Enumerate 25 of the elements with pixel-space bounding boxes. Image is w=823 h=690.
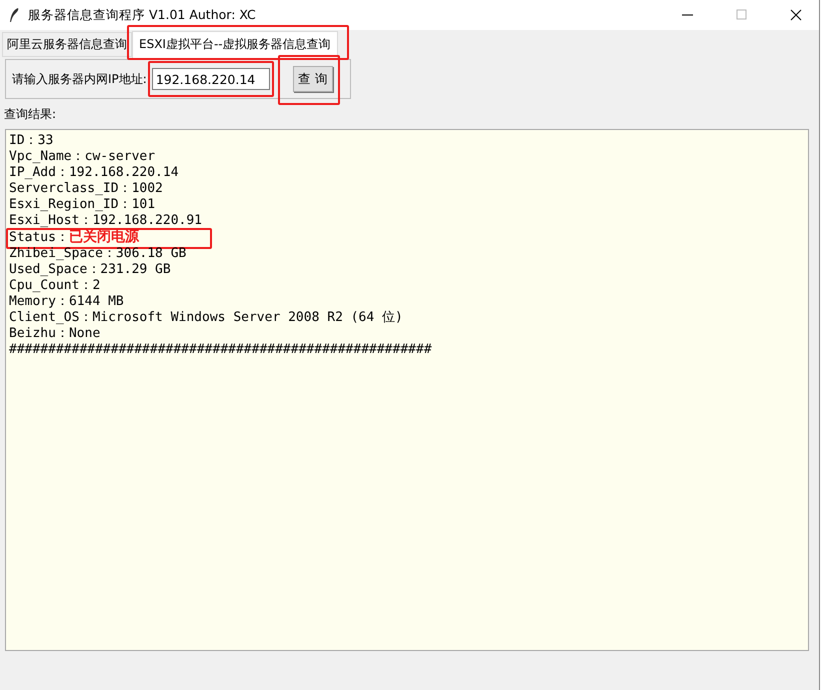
result-line: Vpc_Name：cw-server — [9, 149, 156, 165]
status-line: Status：已关闭电源 — [9, 229, 140, 246]
ip-input-field[interactable]: 192.168.220.14 — [152, 68, 270, 90]
results-label: 查询结果: — [4, 106, 56, 123]
result-line: Beizhu：None — [9, 326, 102, 342]
tab[interactable]: ESXI虚拟平台--虚拟服务器信息查询 — [132, 31, 338, 58]
maximize-icon — [736, 9, 748, 21]
result-line: Client_OS：Microsoft Windows Server 2008 R2 (64 位) — [9, 310, 404, 326]
close-icon — [790, 9, 802, 21]
result-line: Cpu_Count：2 — [9, 278, 102, 294]
ip-label: 请输入服务器内网IP地址: — [12, 70, 147, 88]
result-line: Zhibei_Space：306.18 GB — [9, 246, 188, 262]
tab[interactable]: 阿里云服务器信息查询 — [2, 32, 132, 57]
feather-icon — [8, 7, 20, 23]
query-button[interactable]: 查 询 — [292, 66, 333, 92]
result-line: ###################################################### — [9, 342, 433, 358]
window-title: 服务器信息查询程序 V1.01 Author: XC — [28, 6, 257, 24]
result-line: Esxi_Host：192.168.220.91 — [9, 213, 204, 229]
result-line: Used_Space：231.29 GB — [9, 262, 172, 278]
result-line: Esxi_Region_ID：101 — [9, 197, 156, 213]
result-line: Memory：6144 MB — [9, 294, 125, 310]
result-line: ID：33 — [9, 133, 54, 149]
result-line: Serverclass_ID：1002 — [9, 181, 164, 197]
result-line: IP_Add：192.168.220.14 — [9, 165, 180, 181]
results-text-area[interactable] — [5, 129, 809, 651]
